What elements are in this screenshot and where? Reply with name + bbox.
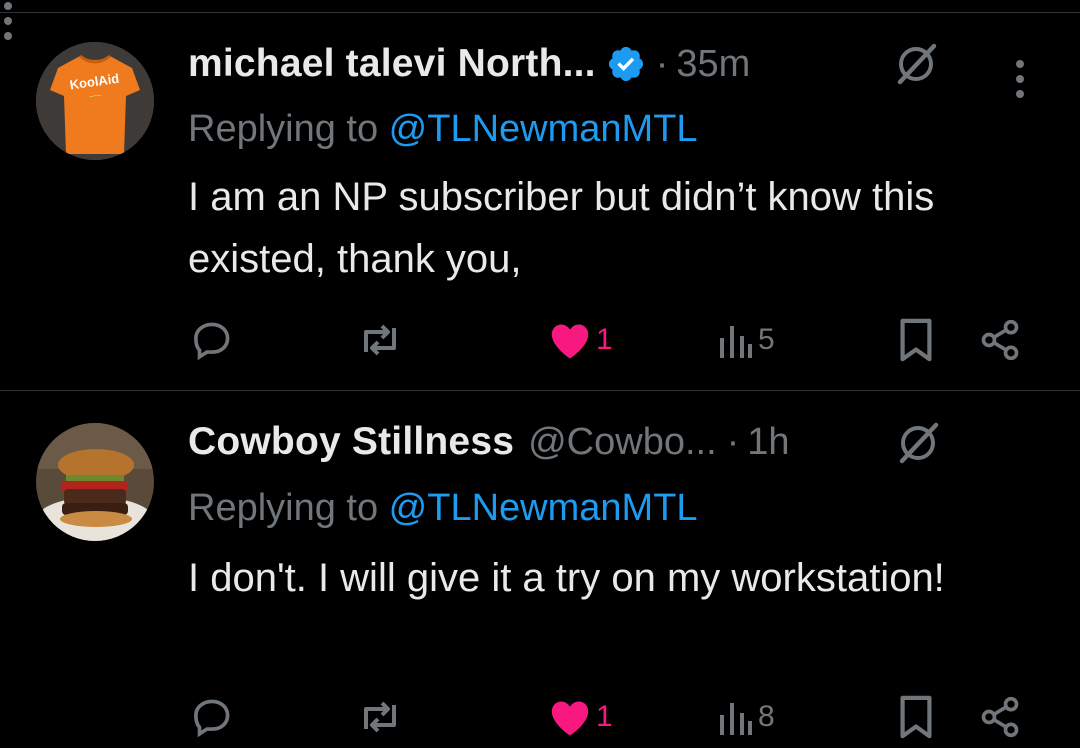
reply-button[interactable] <box>190 687 234 747</box>
replying-to-line: Replying to @TLNewmanMTL <box>188 108 698 151</box>
reply-tweet[interactable]: Cowboy Stillness @Cowbo... · 1h Replying… <box>0 391 1080 748</box>
views-button[interactable]: 8 <box>718 687 775 747</box>
author-handle[interactable]: @Cowbo... <box>528 421 717 464</box>
verified-badge-icon <box>606 44 646 84</box>
repost-icon <box>356 318 404 362</box>
share-icon <box>978 695 1022 739</box>
reply-button[interactable] <box>190 310 234 370</box>
action-bar: 1 5 <box>0 310 1080 370</box>
mention-link[interactable]: @TLNewmanMTL <box>389 487 698 529</box>
tweet-text: I don't. I will give it a try on my work… <box>188 556 945 600</box>
bookmark-icon <box>896 317 936 363</box>
like-button[interactable]: 1 <box>548 687 613 747</box>
timestamp[interactable]: 1h <box>747 421 789 464</box>
replying-prefix: Replying to <box>188 108 389 150</box>
author-name[interactable]: Cowboy Stillness <box>188 420 514 464</box>
timestamp[interactable]: 35m <box>676 43 750 86</box>
more-icon[interactable] <box>0 0 16 42</box>
grok-icon[interactable] <box>894 419 942 467</box>
reply-icon <box>190 318 234 362</box>
replying-prefix: Replying to <box>188 487 389 529</box>
share-button[interactable] <box>978 687 1022 747</box>
reply-tweet[interactable]: KoolAid ~~~ michael talevi North... · 35… <box>0 12 1080 391</box>
avatar[interactable] <box>36 423 154 541</box>
avatar[interactable]: KoolAid ~~~ <box>36 42 154 160</box>
view-count: 5 <box>758 323 775 356</box>
share-button[interactable] <box>978 310 1022 370</box>
views-icon <box>718 320 754 360</box>
like-button[interactable]: 1 <box>548 310 613 370</box>
like-count: 1 <box>596 700 613 733</box>
heart-icon <box>548 320 592 360</box>
bookmark-icon <box>896 694 936 740</box>
author-name[interactable]: michael talevi North... <box>188 42 596 86</box>
view-count: 8 <box>758 700 775 733</box>
separator-dot: · <box>726 420 740 463</box>
mention-link[interactable]: @TLNewmanMTL <box>389 108 698 150</box>
more-icon[interactable] <box>1012 58 1028 100</box>
repost-button[interactable] <box>356 687 404 747</box>
like-count: 1 <box>596 323 613 356</box>
grok-icon[interactable] <box>892 40 940 88</box>
views-button[interactable]: 5 <box>718 310 775 370</box>
reply-icon <box>190 695 234 739</box>
heart-icon <box>548 697 592 737</box>
separator-dot: · <box>655 42 669 85</box>
share-icon <box>978 318 1022 362</box>
bookmark-button[interactable] <box>896 310 936 370</box>
action-bar: 1 8 <box>0 687 1080 747</box>
replying-to-line: Replying to @TLNewmanMTL <box>188 487 698 530</box>
repost-button[interactable] <box>356 310 404 370</box>
views-icon <box>718 697 754 737</box>
repost-icon <box>356 695 404 739</box>
tweet-text: I am an NP subscriber but didn’t know th… <box>188 175 935 281</box>
bookmark-button[interactable] <box>896 687 936 747</box>
